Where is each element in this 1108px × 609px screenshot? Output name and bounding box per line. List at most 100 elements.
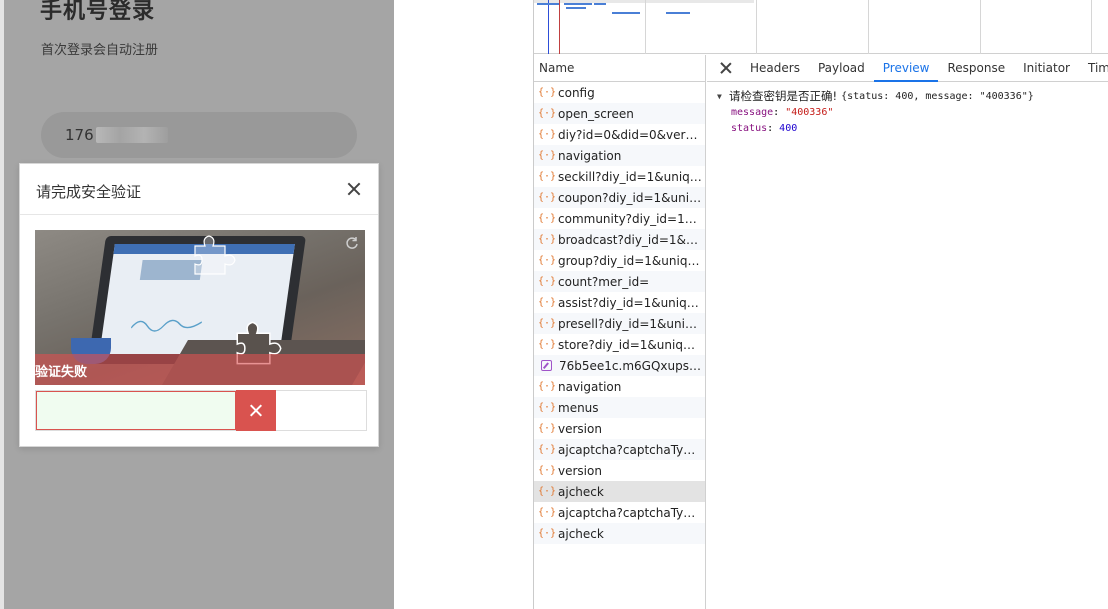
request-row[interactable]: {·} ajcaptcha?captchaType... xyxy=(534,502,705,523)
slider-track xyxy=(36,391,236,430)
captcha-image: 验证失败 xyxy=(35,230,365,385)
request-row[interactable]: {·} community?diy_id=1&... xyxy=(534,208,705,229)
request-row[interactable]: {·} config xyxy=(534,82,705,103)
request-row[interactable]: {·} ajcaptcha?captchaType... xyxy=(534,439,705,460)
preview-pane: ▼ 请检查密钥是否正确! {status: 400, message: "400… xyxy=(707,82,1108,136)
fail-banner: 验证失败 xyxy=(35,354,365,385)
request-name: store?diy_id=1&unique... xyxy=(558,337,702,352)
preview-prop-message: message: "400336" xyxy=(731,106,834,118)
request-row[interactable]: {·} broadcast?diy_id=1&u... xyxy=(534,229,705,250)
request-row[interactable]: {·} menus xyxy=(534,397,705,418)
request-row[interactable]: {·} version xyxy=(534,418,705,439)
slider-fail-icon[interactable] xyxy=(236,390,276,431)
request-row[interactable]: {·} navigation xyxy=(534,376,705,397)
request-row[interactable]: {·} version xyxy=(534,460,705,481)
request-row[interactable]: {·} ajcheck xyxy=(534,523,705,544)
request-name: menus xyxy=(558,400,599,415)
tab-preview[interactable]: Preview xyxy=(873,55,939,82)
page-blank xyxy=(394,0,533,609)
fail-text: 验证失败 xyxy=(35,365,88,380)
xhr-icon: {·} xyxy=(537,297,557,308)
xhr-icon: {·} xyxy=(537,402,557,413)
request-row[interactable]: {·} count?mer_id= xyxy=(534,271,705,292)
request-name: version xyxy=(558,463,602,478)
detail-tabbar: Headers Payload Preview Response Initiator Ti… xyxy=(707,55,1108,82)
request-row[interactable]: {·} open_screen xyxy=(534,103,705,124)
xhr-icon: {·} xyxy=(537,318,557,329)
xhr-icon: {·} xyxy=(537,129,557,140)
xhr-icon: {·} xyxy=(537,150,557,161)
request-row[interactable]: {·} presell?diy_id=1&uniq... xyxy=(534,313,705,334)
xhr-icon: {·} xyxy=(537,234,557,245)
request-name: assist?diy_id=1&uniqu... xyxy=(558,295,702,310)
captcha-modal: 请完成安全验证 验证失败 xyxy=(19,163,379,447)
tab-tim[interactable]: Tim xyxy=(1079,55,1108,82)
request-detail: Headers Payload Preview Response Initiator Ti… xyxy=(707,55,1108,609)
tab-payload[interactable]: Payload xyxy=(809,55,874,82)
request-name: ajcheck xyxy=(558,526,604,541)
tab-response[interactable]: Response xyxy=(938,55,1014,82)
request-row[interactable]: {·} ajcheck xyxy=(534,481,705,502)
phone-masked xyxy=(96,127,168,143)
request-row[interactable]: {·} seckill?diy_id=1&uniqu... xyxy=(534,166,705,187)
xhr-icon: {·} xyxy=(537,465,557,476)
close-icon[interactable] xyxy=(344,179,364,199)
request-name: group?diy_id=1&uniqu... xyxy=(558,253,702,268)
request-name: ajcaptcha?captchaType... xyxy=(558,505,702,520)
preview-root[interactable]: ▼ 请检查密钥是否正确! {status: 400, message: "400… xyxy=(717,88,1108,104)
refresh-icon[interactable] xyxy=(345,236,359,250)
request-name: diy?id=0&did=0&versi... xyxy=(558,127,702,142)
xhr-icon: {·} xyxy=(537,381,557,392)
phone-input[interactable]: 176 xyxy=(41,112,357,158)
request-name: presell?diy_id=1&uniq... xyxy=(558,316,702,331)
xhr-icon: {·} xyxy=(537,171,557,182)
tab-headers[interactable]: Headers xyxy=(741,55,809,82)
xhr-icon: {·} xyxy=(537,339,557,350)
stylesheet-icon xyxy=(541,360,552,371)
request-name: broadcast?diy_id=1&u... xyxy=(558,232,702,247)
network-overview[interactable] xyxy=(534,0,1108,54)
phone-prefix: 176 xyxy=(65,126,94,144)
captcha-slider[interactable] xyxy=(35,390,367,431)
request-name: navigation xyxy=(558,148,622,163)
request-row[interactable]: {·} navigation xyxy=(534,145,705,166)
close-icon[interactable] xyxy=(719,61,733,75)
request-row[interactable]: {·} store?diy_id=1&unique... xyxy=(534,334,705,355)
xhr-icon: {·} xyxy=(537,213,557,224)
xhr-icon: {·} xyxy=(537,528,557,539)
puzzle-hole-icon xyxy=(194,235,236,275)
request-name: open_screen xyxy=(558,106,634,121)
request-name: seckill?diy_id=1&uniqu... xyxy=(558,169,702,184)
request-name: navigation xyxy=(558,379,622,394)
request-row[interactable]: {·} group?diy_id=1&uniqu... xyxy=(534,250,705,271)
login-subtitle: 首次登录会自动注册 xyxy=(41,43,159,58)
xhr-icon: {·} xyxy=(537,486,557,497)
request-row[interactable]: {·} coupon?diy_id=1&uniq... xyxy=(534,187,705,208)
xhr-icon: {·} xyxy=(537,255,557,266)
request-row[interactable]: {·} assist?diy_id=1&uniqu... xyxy=(534,292,705,313)
devtools-network-panel: Name {·} config {·} open_screen {·} diy?id=0&… xyxy=(533,0,1108,609)
request-name: community?diy_id=1&... xyxy=(558,211,702,226)
request-name: ajcheck xyxy=(558,484,604,499)
request-row[interactable]: {·} diy?id=0&did=0&versi... xyxy=(534,124,705,145)
app-panel: 手机号登录 首次登录会自动注册 176 请完成安全验证 验证失败 xyxy=(0,0,394,609)
expand-triangle-icon[interactable]: ▼ xyxy=(717,92,725,101)
tab-initiator[interactable]: Initiator xyxy=(1014,55,1079,82)
xhr-icon: {·} xyxy=(537,87,557,98)
request-name: config xyxy=(558,85,595,100)
request-name: 76b5ee1c.m6GQxups.css xyxy=(559,358,703,373)
login-title: 手机号登录 xyxy=(40,0,156,24)
xhr-icon: {·} xyxy=(537,192,557,203)
xhr-icon: {·} xyxy=(537,108,557,119)
request-row[interactable]: 76b5ee1c.m6GQxups.css xyxy=(534,355,705,376)
xhr-icon: {·} xyxy=(537,276,557,287)
request-name: coupon?diy_id=1&uniq... xyxy=(558,190,702,205)
modal-title: 请完成安全验证 xyxy=(36,183,142,201)
xhr-icon: {·} xyxy=(537,507,557,518)
app-edge xyxy=(0,0,4,609)
request-name: count?mer_id= xyxy=(558,274,650,289)
xhr-icon: {·} xyxy=(537,444,557,455)
preview-summary: {status: 400, message: "400336"} xyxy=(841,90,1034,102)
request-name: ajcaptcha?captchaType... xyxy=(558,442,702,457)
name-column-header[interactable]: Name xyxy=(534,55,705,82)
